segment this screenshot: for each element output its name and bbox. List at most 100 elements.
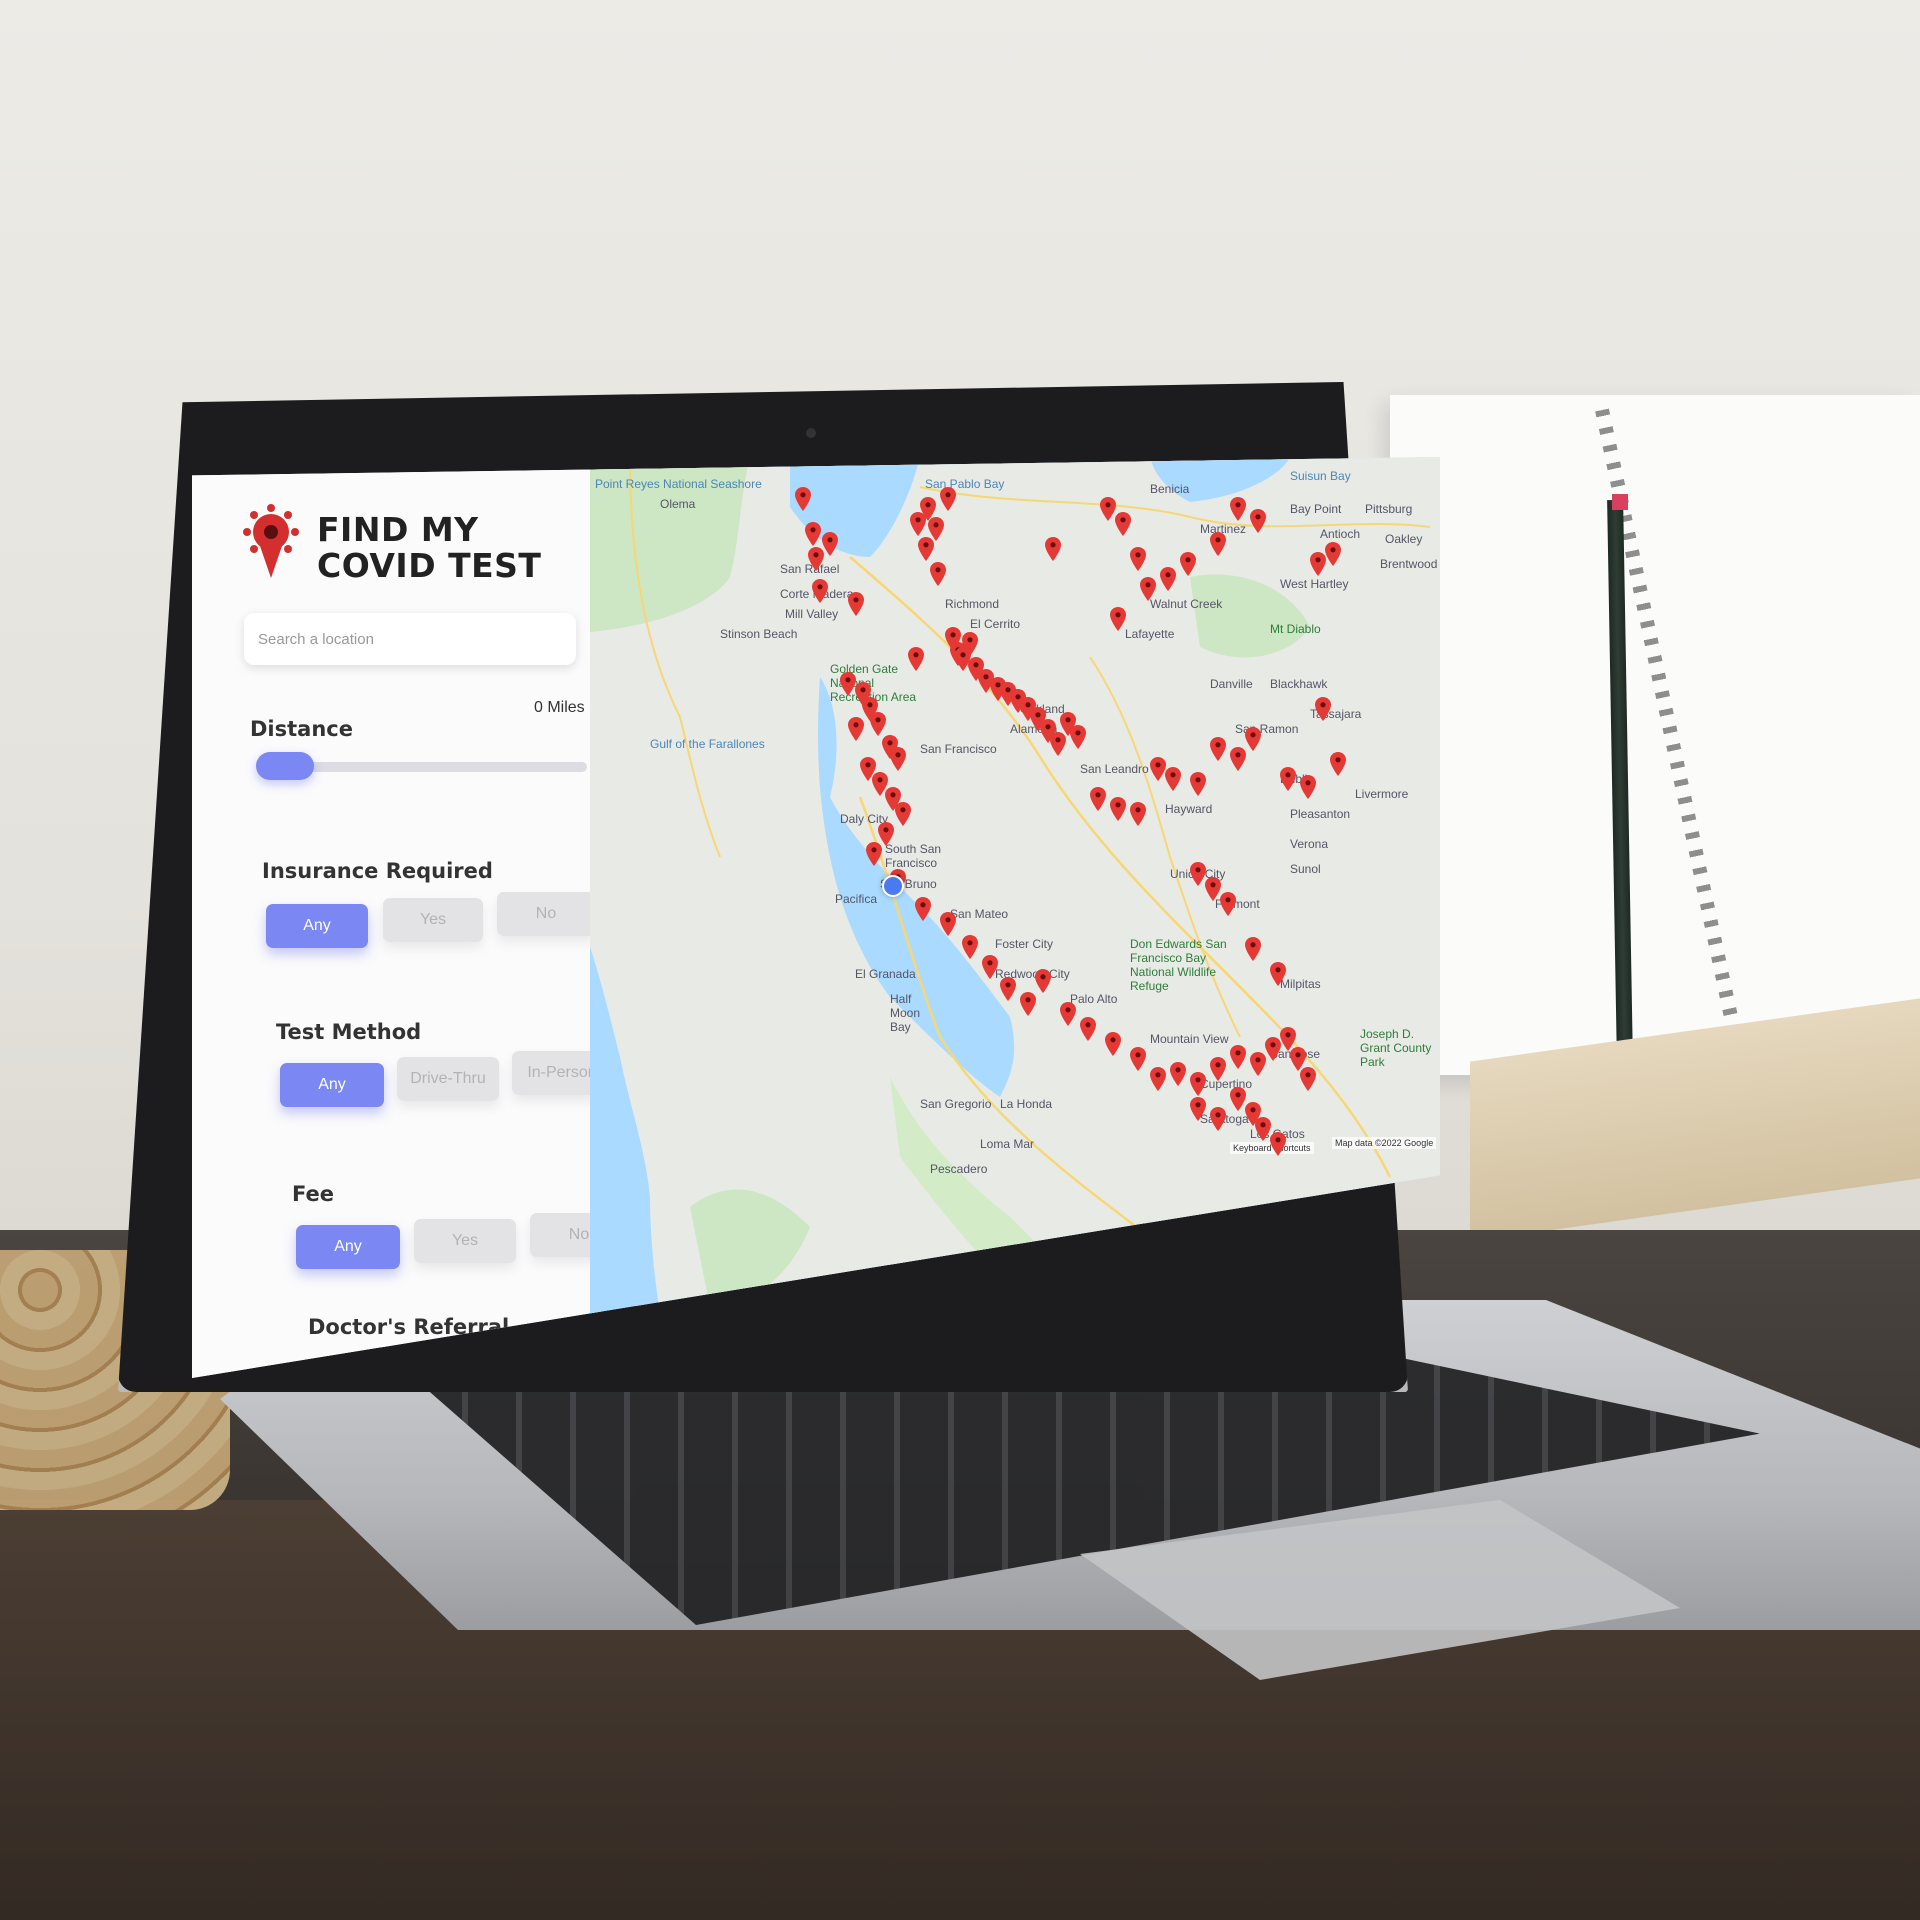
test-site-pin-icon[interactable] xyxy=(910,512,926,536)
insurance-no-button[interactable]: No xyxy=(497,892,595,936)
test-site-pin-icon[interactable] xyxy=(1150,757,1166,781)
test-site-pin-icon[interactable] xyxy=(1230,1045,1246,1069)
test-site-pin-icon[interactable] xyxy=(1190,772,1206,796)
test-site-pin-icon[interactable] xyxy=(1210,737,1226,761)
test-site-pin-icon[interactable] xyxy=(1330,752,1346,776)
test-site-pin-icon[interactable] xyxy=(812,579,828,603)
test-site-pin-icon[interactable] xyxy=(1060,1002,1076,1026)
test-site-pin-icon[interactable] xyxy=(1210,532,1226,556)
fee-any-button[interactable]: Any xyxy=(296,1225,400,1269)
test-site-pin-icon[interactable] xyxy=(895,802,911,826)
test-site-pin-icon[interactable] xyxy=(915,897,931,921)
test-site-pin-icon[interactable] xyxy=(1045,537,1061,561)
test-site-pin-icon[interactable] xyxy=(1070,725,1086,749)
test-site-pin-icon[interactable] xyxy=(1140,577,1156,601)
test-site-pin-icon[interactable] xyxy=(1270,962,1286,986)
test-site-pin-icon[interactable] xyxy=(1230,1087,1246,1111)
covid-pin-logo-icon xyxy=(243,504,299,578)
test-site-pin-icon[interactable] xyxy=(848,592,864,616)
test-site-pin-icon[interactable] xyxy=(1170,1062,1186,1086)
test-site-pin-icon[interactable] xyxy=(1255,1117,1271,1141)
map-label-loma-mar: Loma Mar xyxy=(980,1137,1035,1151)
distance-label: Distance xyxy=(250,717,353,741)
test-site-pin-icon[interactable] xyxy=(795,487,811,511)
test-site-pin-icon[interactable] xyxy=(848,717,864,741)
test-site-pin-icon[interactable] xyxy=(1100,497,1116,521)
pencil-eraser xyxy=(1612,494,1628,510)
test-site-pin-icon[interactable] xyxy=(1220,892,1236,916)
test-site-pin-icon[interactable] xyxy=(982,955,998,979)
test-site-pin-icon[interactable] xyxy=(822,532,838,556)
test-site-pin-icon[interactable] xyxy=(1110,797,1126,821)
test-method-any-button[interactable]: Any xyxy=(280,1063,384,1107)
test-site-pin-icon[interactable] xyxy=(1325,542,1341,566)
map-label-san-gregorio: San Gregorio xyxy=(920,1097,992,1111)
search-location-input[interactable] xyxy=(244,613,576,665)
insurance-any-button[interactable]: Any xyxy=(266,904,368,948)
test-site-pin-icon[interactable] xyxy=(1080,1017,1096,1041)
test-site-pin-icon[interactable] xyxy=(940,912,956,936)
map-label-richmond: Richmond xyxy=(945,597,1000,611)
test-site-pin-icon[interactable] xyxy=(866,842,882,866)
test-site-pin-icon[interactable] xyxy=(1190,862,1206,886)
test-site-pin-icon[interactable] xyxy=(1315,697,1331,721)
test-method-drive-thru-button[interactable]: Drive-Thru xyxy=(397,1057,499,1101)
test-method-label: Test Method xyxy=(276,1020,422,1044)
test-site-pin-icon[interactable] xyxy=(1090,787,1106,811)
test-site-pin-icon[interactable] xyxy=(1020,992,1036,1016)
test-site-pin-icon[interactable] xyxy=(870,712,886,736)
test-site-pin-icon[interactable] xyxy=(1150,1067,1166,1091)
test-site-pin-icon[interactable] xyxy=(1110,607,1126,631)
test-site-pin-icon[interactable] xyxy=(1160,567,1176,591)
map-label-livermore: Livermore xyxy=(1355,787,1409,801)
current-location-marker xyxy=(882,875,904,897)
test-site-pin-icon[interactable] xyxy=(930,562,946,586)
test-site-pin-icon[interactable] xyxy=(1230,747,1246,771)
map-label-brentwood: Brentwood xyxy=(1380,557,1438,571)
test-site-pin-icon[interactable] xyxy=(1300,775,1316,799)
test-site-pin-icon[interactable] xyxy=(940,487,956,511)
test-site-pin-icon[interactable] xyxy=(1000,977,1016,1001)
insurance-yes-button[interactable]: Yes xyxy=(383,898,483,942)
test-site-pin-icon[interactable] xyxy=(890,747,906,771)
test-site-pin-icon[interactable] xyxy=(808,547,824,571)
test-site-pin-icon[interactable] xyxy=(1280,767,1296,791)
test-site-pin-icon[interactable] xyxy=(1205,877,1221,901)
test-site-pin-icon[interactable] xyxy=(1250,1052,1266,1076)
map-label-el-granada: El Granada xyxy=(855,967,916,981)
test-site-pin-icon[interactable] xyxy=(1245,727,1261,751)
test-site-pin-icon[interactable] xyxy=(1250,509,1266,533)
map-label-el-cerrito: El Cerrito xyxy=(970,617,1021,631)
test-site-pin-icon[interactable] xyxy=(1105,1032,1121,1056)
map-label-la-honda: La Honda xyxy=(1000,1097,1053,1111)
test-site-pin-icon[interactable] xyxy=(1130,1047,1146,1071)
test-site-pin-icon[interactable] xyxy=(962,935,978,959)
test-site-pin-icon[interactable] xyxy=(1300,1067,1316,1091)
test-site-pin-icon[interactable] xyxy=(1190,1072,1206,1096)
distance-slider-thumb[interactable] xyxy=(256,752,314,780)
test-site-pin-icon[interactable] xyxy=(1210,1057,1226,1081)
test-site-pin-icon[interactable] xyxy=(1180,552,1196,576)
test-site-pin-icon[interactable] xyxy=(1035,969,1051,993)
map-label-don-edwards: Don Edwards San Francisco Bay National W… xyxy=(1130,937,1227,993)
test-site-pin-icon[interactable] xyxy=(1115,512,1131,536)
map-label-lafayette: Lafayette xyxy=(1125,627,1175,641)
test-site-pin-icon[interactable] xyxy=(1245,937,1261,961)
test-site-pin-icon[interactable] xyxy=(1310,552,1326,576)
test-site-pin-icon[interactable] xyxy=(1230,497,1246,521)
test-site-pin-icon[interactable] xyxy=(918,537,934,561)
test-site-pin-icon[interactable] xyxy=(1270,1132,1286,1156)
test-site-pin-icon[interactable] xyxy=(1265,1037,1281,1061)
notebook xyxy=(1390,395,1920,1075)
test-site-pin-icon[interactable] xyxy=(1165,767,1181,791)
test-site-pin-icon[interactable] xyxy=(908,647,924,671)
test-site-pin-icon[interactable] xyxy=(1130,547,1146,571)
map-label-san-leandro: San Leandro xyxy=(1080,762,1149,776)
test-site-pin-icon[interactable] xyxy=(840,672,856,696)
test-site-pin-icon[interactable] xyxy=(805,522,821,546)
app-title: FIND MY COVID TEST xyxy=(317,512,541,584)
test-site-pin-icon[interactable] xyxy=(1210,1107,1226,1131)
test-site-pin-icon[interactable] xyxy=(1130,802,1146,826)
fee-yes-button[interactable]: Yes xyxy=(414,1219,516,1263)
test-site-pin-icon[interactable] xyxy=(1190,1097,1206,1121)
